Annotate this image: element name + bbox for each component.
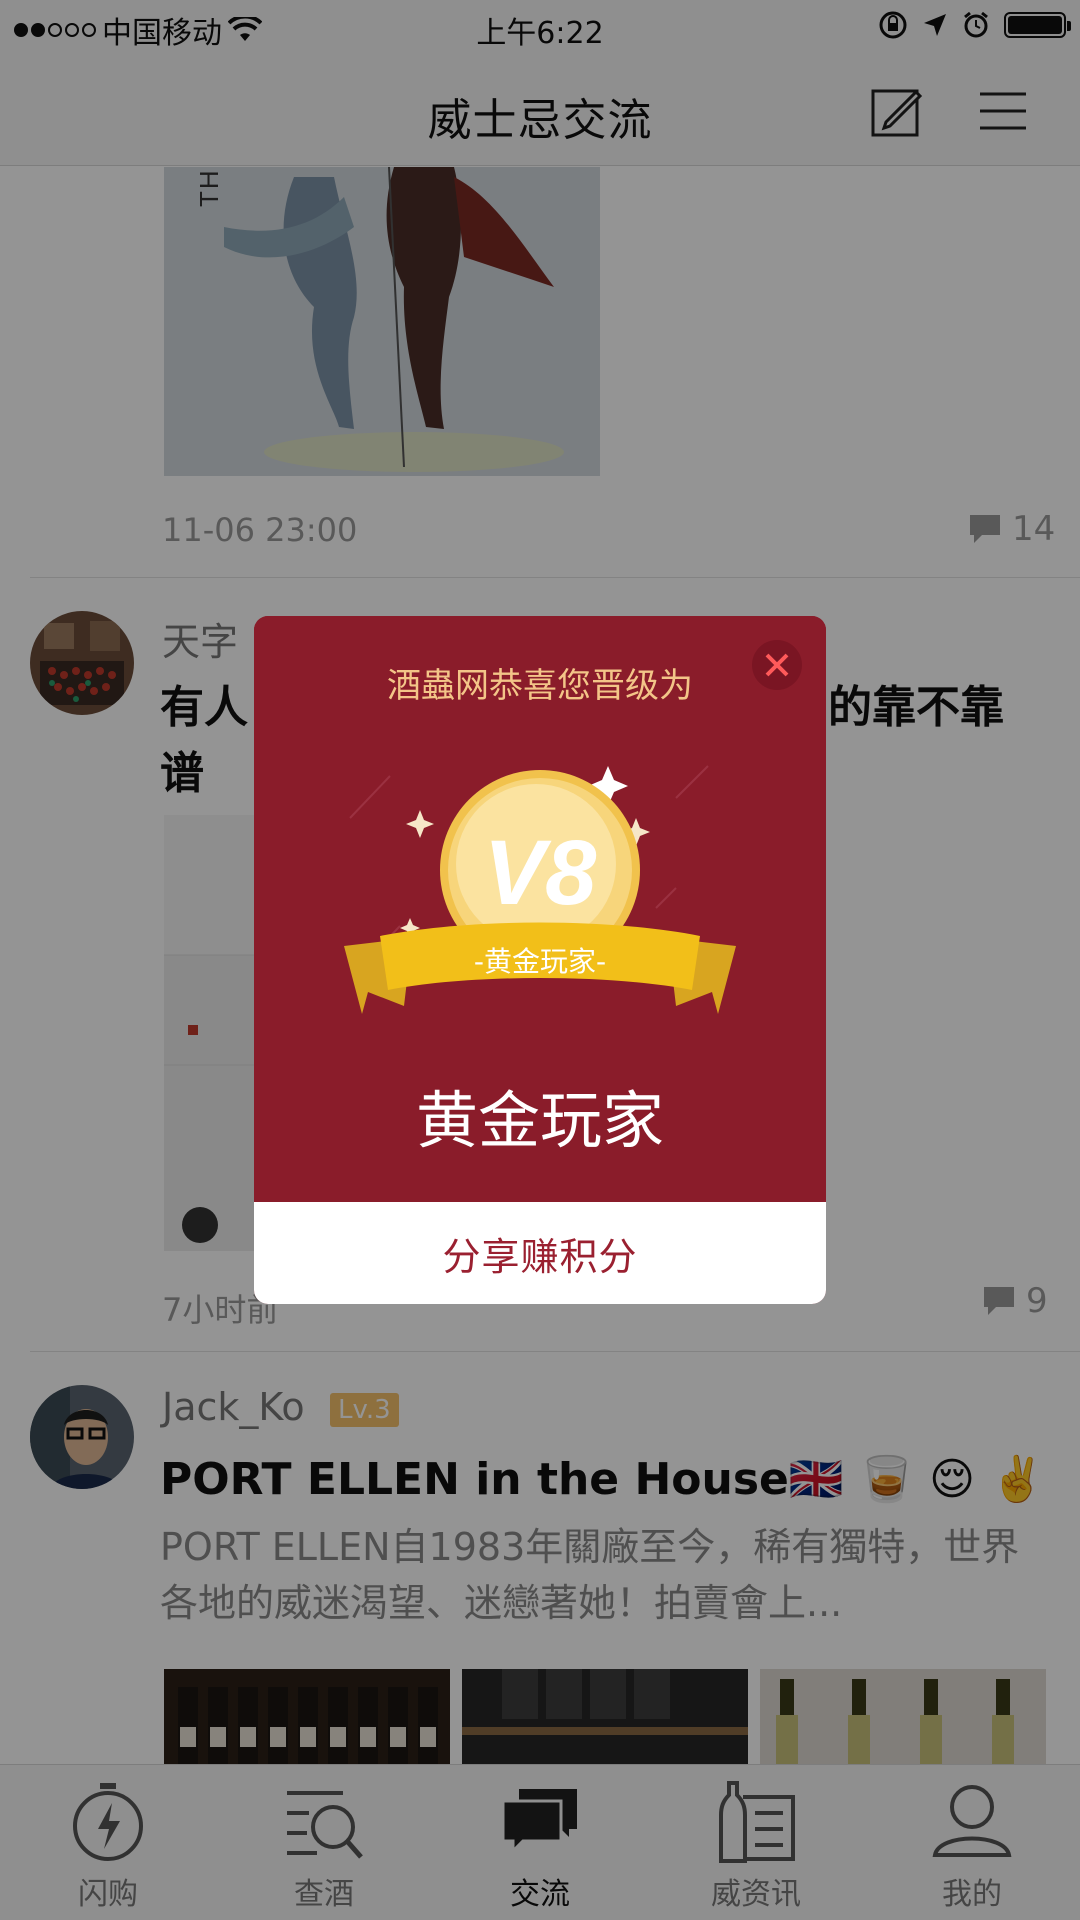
congrats-text: 酒蟲网恭喜您晋级为 [387, 666, 693, 706]
level-name: 黄金玩家 [415, 1084, 664, 1157]
level-badge-graphic: V8 -黄金玩家- [344, 765, 736, 1014]
level-up-dialog: 酒蟲网恭喜您晋级为 V8 -黄金玩家- 黄金玩家 分享赚积分 [254, 616, 826, 1304]
close-icon [765, 653, 789, 677]
close-button[interactable] [752, 640, 802, 690]
share-label: 分享赚积分 [442, 1234, 638, 1279]
dialog-header: 酒蟲网恭喜您晋级为 V8 -黄金玩家- 黄金玩家 [254, 616, 826, 1202]
badge-level-text: V8 [484, 822, 597, 924]
ribbon-text: -黄金玩家- [474, 945, 606, 978]
share-button[interactable]: 分享赚积分 [254, 1202, 826, 1304]
